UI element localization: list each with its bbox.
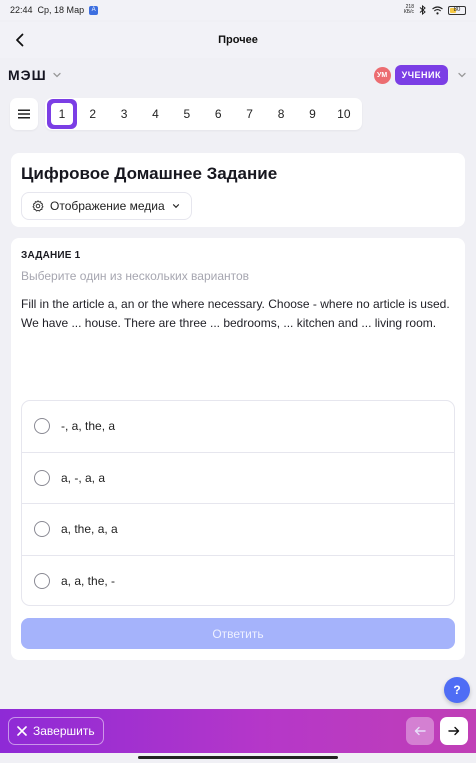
wifi-icon: [432, 5, 443, 14]
app-switcher[interactable]: МЭШ: [8, 67, 63, 83]
bottom-bar: Завершить: [0, 709, 476, 753]
radio-button[interactable]: [34, 418, 50, 435]
next-question-button[interactable]: [440, 717, 468, 745]
close-icon: [17, 726, 27, 736]
arrow-right-icon: [448, 726, 460, 736]
answer-option[interactable]: a, a, the, -: [22, 556, 454, 606]
task-hint: Выберите один из нескольких вариантов: [21, 269, 250, 283]
arrow-left-icon: [414, 726, 426, 736]
radio-button[interactable]: [34, 573, 50, 590]
network-speed: 218 КБ/с: [403, 4, 414, 15]
answer-option-label: a, a, the, -: [61, 574, 116, 589]
page-title: Прочее: [218, 34, 258, 46]
previous-question-button[interactable]: [406, 717, 434, 745]
media-display-label: Отображение медиа: [50, 199, 165, 213]
question-number-6[interactable]: 6: [203, 98, 234, 130]
app-logo: МЭШ: [8, 67, 47, 83]
bluetooth-icon: [419, 5, 426, 15]
question-number-2[interactable]: 2: [77, 98, 108, 130]
task-label: ЗАДАНИЕ 1: [21, 250, 81, 261]
gear-icon: [32, 200, 44, 212]
assignment-header-card: Цифровое Домашнее Задание Отображение ме…: [11, 153, 465, 227]
task-card: ЗАДАНИЕ 1 Выберите один из нескольких ва…: [11, 238, 465, 660]
hamburger-icon: [18, 109, 30, 119]
task-text: Fill in the article a, an or the where n…: [21, 295, 455, 333]
media-display-dropdown[interactable]: Отображение медиа: [21, 192, 192, 220]
question-number-5[interactable]: 5: [171, 98, 202, 130]
task-sentence: We have ... house. There are three ... b…: [21, 316, 437, 330]
task-instruction: Fill in the article a, an or the where n…: [21, 297, 450, 311]
question-numbers: 1 2 3 4 5 6 7 8 9 10: [45, 98, 362, 130]
answer-option[interactable]: a, the, a, a: [22, 504, 454, 556]
menu-button[interactable]: [10, 98, 38, 130]
question-number-4[interactable]: 4: [140, 98, 171, 130]
battery-icon: 80: [448, 5, 466, 15]
question-number-8[interactable]: 8: [265, 98, 296, 130]
title-bar: Прочее: [0, 22, 476, 58]
role-badge: УЧЕНИК: [394, 65, 448, 85]
back-button[interactable]: [10, 30, 30, 50]
answer-option[interactable]: -, a, the, a: [22, 401, 454, 453]
answer-option-label: a, -, a, a: [61, 470, 106, 485]
question-number-3[interactable]: 3: [108, 98, 139, 130]
answer-option-label: a, the, a, a: [61, 522, 118, 537]
status-time: 22:44: [10, 5, 33, 15]
question-number-7[interactable]: 7: [234, 98, 265, 130]
profile-menu[interactable]: УМ УЧЕНИК: [373, 65, 468, 85]
finish-label: Завершить: [33, 724, 95, 738]
question-navigator: 1 2 3 4 5 6 7 8 9 10: [10, 98, 362, 130]
screen: 22:44 Ср, 18 Мар A 218 КБ/с 80 Прочее МЭ…: [0, 0, 476, 763]
question-number-9[interactable]: 9: [297, 98, 328, 130]
chevron-down-icon: [53, 72, 61, 78]
radio-button[interactable]: [34, 469, 50, 486]
home-indicator: [138, 756, 338, 759]
chevron-down-icon: [172, 204, 179, 209]
finish-button[interactable]: Завершить: [8, 717, 104, 745]
answer-options: -, a, the, a a, -, a, a a, the, a, a a, …: [21, 400, 455, 606]
answer-option-label: -, a, the, a: [61, 419, 116, 434]
notification-app-icon: A: [89, 5, 99, 15]
assignment-title: Цифровое Домашнее Задание: [21, 164, 278, 183]
app-header: МЭШ УМ УЧЕНИК: [0, 62, 476, 88]
chevron-left-icon: [16, 33, 24, 47]
help-button[interactable]: ?: [444, 677, 470, 703]
question-number-1[interactable]: 1: [47, 99, 77, 129]
status-date: Ср, 18 Мар: [37, 5, 85, 15]
answer-button[interactable]: Ответить: [21, 618, 455, 649]
question-number-10[interactable]: 10: [328, 98, 359, 130]
status-bar: 22:44 Ср, 18 Мар A 218 КБ/с 80: [0, 0, 476, 20]
radio-button[interactable]: [34, 521, 50, 538]
chevron-down-icon: [458, 72, 466, 78]
avatar: УМ: [373, 66, 391, 84]
answer-option[interactable]: a, -, a, a: [22, 453, 454, 504]
